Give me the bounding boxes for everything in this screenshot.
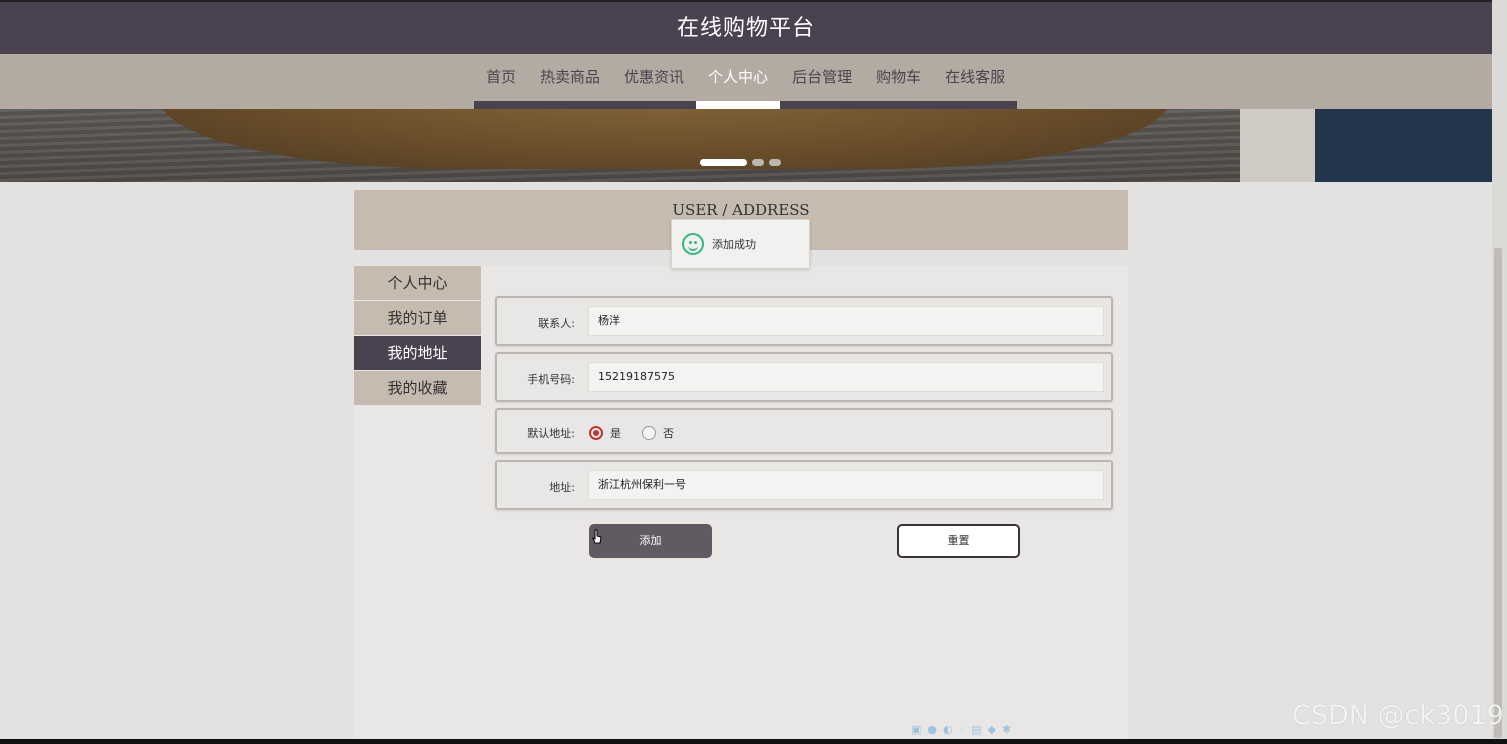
main-content: 个人中心 我的订单 我的地址 我的收藏 联系人: 杨洋 手机号码: 152191… [354, 266, 1128, 744]
scrollbar-thumb[interactable] [1494, 248, 1502, 738]
nav-label: 购物车 [876, 68, 922, 86]
nav-item-home[interactable]: 首页 [474, 54, 529, 109]
carousel-dot[interactable] [700, 159, 747, 166]
carousel-indicators [700, 159, 781, 166]
ime-toolbar[interactable]: ▣ ● ◐ ◦ ▤ ◆ ✱ [911, 722, 1071, 736]
main-nav: 首页 热卖商品 优惠资讯 个人中心 后台管理 购物车 在线客服 [0, 54, 1492, 109]
ime-logo-icon[interactable]: ▣ [911, 723, 921, 736]
nav-label: 个人中心 [708, 68, 769, 86]
ime-settings-icon[interactable]: ✱ [1002, 723, 1011, 736]
nav-label: 后台管理 [792, 68, 853, 86]
phone-label: 手机号码: [527, 373, 575, 386]
mouse-cursor-icon [592, 529, 602, 544]
sidebar-item-personal-center[interactable]: 个人中心 [354, 266, 481, 300]
banner-carousel [0, 109, 1492, 182]
user-sidebar: 个人中心 我的订单 我的地址 我的收藏 [354, 266, 481, 406]
nav-label: 热卖商品 [540, 68, 601, 86]
success-toast: 添加成功 [671, 219, 810, 269]
screen-edge [0, 739, 1507, 744]
nav-item-cart[interactable]: 购物车 [864, 54, 934, 109]
address-input[interactable]: 浙江杭州保利一号 [588, 470, 1104, 500]
radio-label: 否 [663, 427, 674, 440]
smile-icon [682, 233, 704, 255]
add-button[interactable]: 添加 [589, 524, 712, 558]
carousel-dot[interactable] [769, 159, 781, 166]
ime-punct-icon[interactable]: ◦ [959, 723, 966, 736]
phone-input[interactable]: 15219187575 [588, 362, 1104, 392]
nav-item-hot-products[interactable]: 热卖商品 [528, 54, 613, 109]
carousel-dot[interactable] [752, 159, 764, 166]
radio-unchecked-icon [642, 426, 656, 440]
toast-message: 添加成功 [712, 238, 756, 251]
radio-label: 是 [610, 427, 621, 440]
reset-button[interactable]: 重置 [897, 524, 1020, 558]
nav-item-personal-center[interactable]: 个人中心 [696, 54, 781, 109]
nav-item-online-service[interactable]: 在线客服 [933, 54, 1018, 109]
page-scrollbar[interactable] [1492, 0, 1507, 744]
contact-label: 联系人: [538, 317, 575, 330]
ime-keyboard-icon[interactable]: ▤ [971, 723, 981, 736]
address-label: 地址: [549, 481, 575, 494]
ime-skin-icon[interactable]: ◆ [988, 723, 996, 736]
sidebar-item-my-favorites[interactable]: 我的收藏 [354, 371, 481, 405]
site-title: 在线购物平台 [0, 0, 1492, 54]
ime-moon-icon[interactable]: ◐ [943, 723, 953, 736]
sidebar-item-my-orders[interactable]: 我的订单 [354, 301, 481, 335]
contact-row: 联系人: 杨洋 [495, 296, 1113, 346]
phone-row: 手机号码: 15219187575 [495, 352, 1113, 402]
watermark: CSDN @ck3019 [1292, 700, 1504, 731]
nav-label: 在线客服 [945, 68, 1006, 86]
default-no-radio[interactable]: 否 [642, 425, 674, 441]
nav-label: 首页 [486, 68, 517, 86]
default-address-row: 默认地址: 是 否 [495, 408, 1113, 454]
banner-plate [1240, 109, 1315, 182]
nav-item-promotions[interactable]: 优惠资讯 [612, 54, 697, 109]
nav-item-admin[interactable]: 后台管理 [780, 54, 865, 109]
default-address-label: 默认地址: [527, 427, 575, 440]
default-yes-radio[interactable]: 是 [589, 425, 621, 441]
address-form: 联系人: 杨洋 手机号码: 15219187575 默认地址: 是 否 地址: … [495, 296, 1113, 516]
radio-checked-icon [589, 426, 603, 440]
contact-input[interactable]: 杨洋 [588, 306, 1104, 336]
sidebar-item-my-address[interactable]: 我的地址 [354, 336, 481, 370]
ime-mode-icon[interactable]: ● [927, 723, 937, 736]
banner-cloth [1315, 109, 1492, 182]
address-row: 地址: 浙江杭州保利一号 [495, 460, 1113, 510]
nav-label: 优惠资讯 [624, 68, 685, 86]
